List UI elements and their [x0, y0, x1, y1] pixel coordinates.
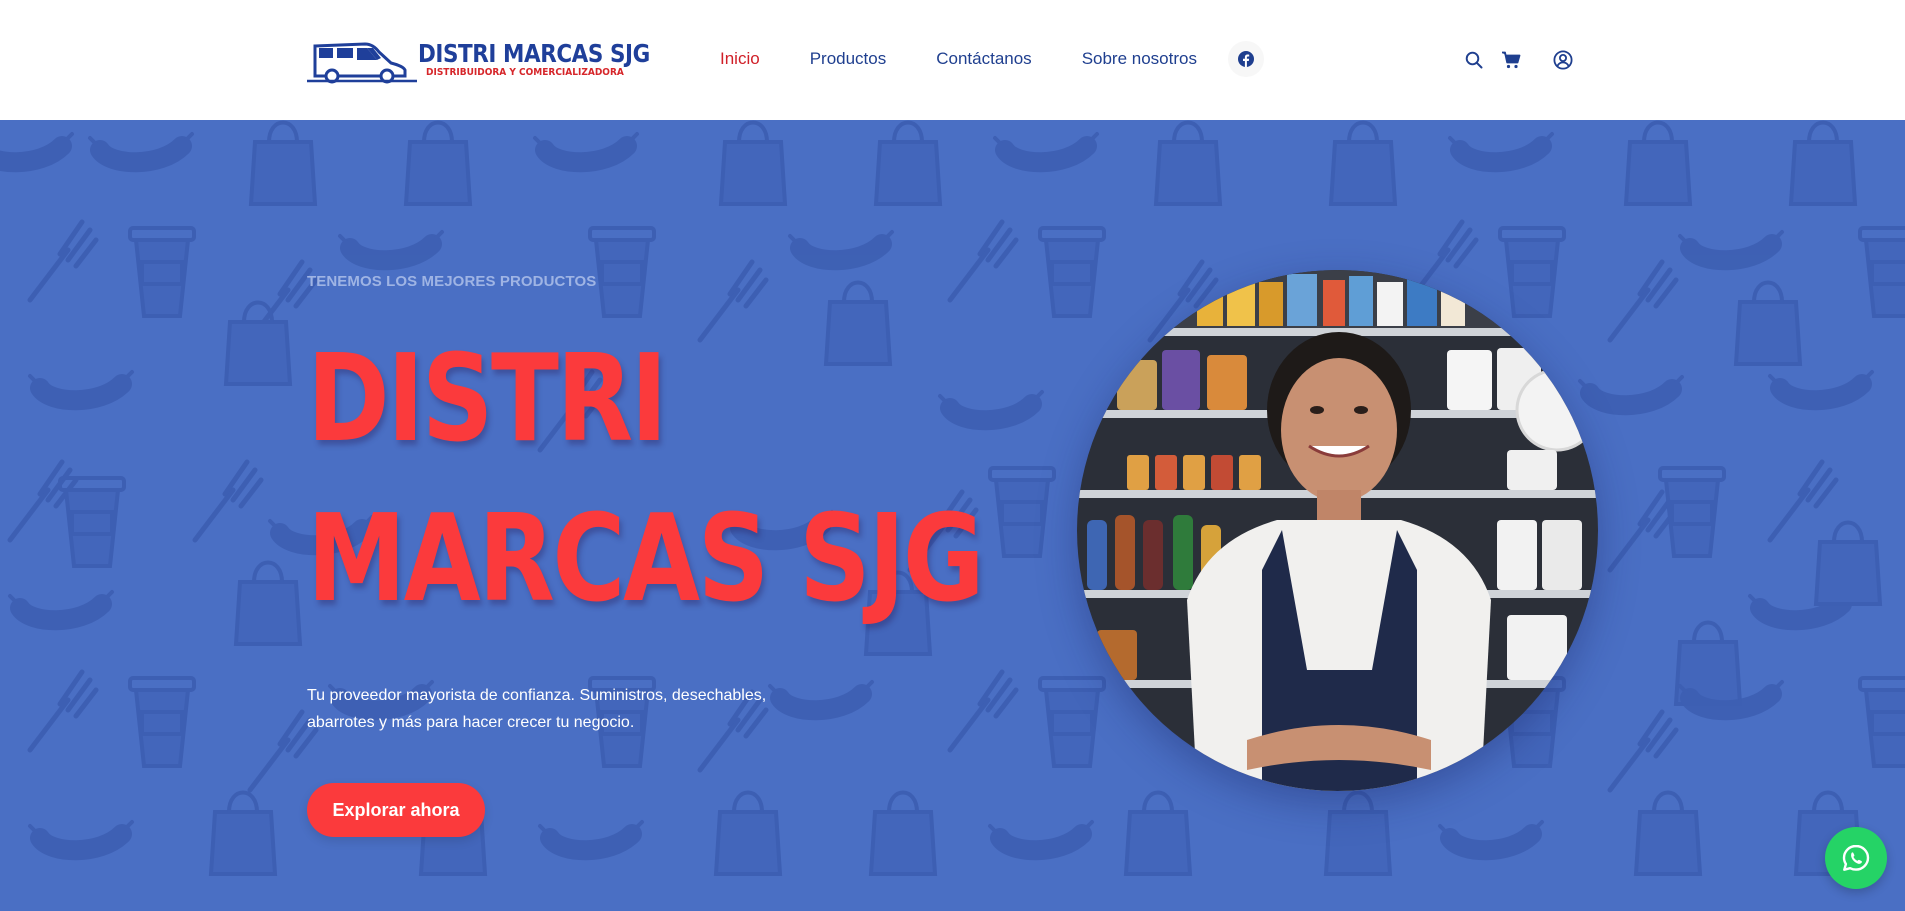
nav-item-contactanos[interactable]: Contáctanos [936, 49, 1031, 69]
hero-title-line-2: MARCAS SJG [307, 490, 985, 629]
brand-tagline: DISTRIBUIDORA Y COMERCIALIZADORA [426, 67, 624, 78]
user-icon [1553, 50, 1573, 70]
store-clerk-photo [1077, 270, 1598, 791]
account-button[interactable] [1552, 49, 1574, 71]
brand-logo[interactable]: DISTRI MARCAS SJG DISTRIBUIDORA Y COMERC… [307, 36, 650, 84]
hero-title-line-1: DISTRI [307, 330, 668, 469]
cart-button[interactable] [1500, 49, 1522, 71]
search-button[interactable] [1463, 49, 1485, 71]
hero-section: TENEMOS LOS MEJORES PRODUCTOS DISTRI MAR… [0, 120, 1905, 911]
site-header: DISTRI MARCAS SJG DISTRIBUIDORA Y COMERC… [0, 0, 1905, 120]
nav-item-inicio[interactable]: Inicio [720, 49, 760, 69]
whatsapp-icon [1842, 844, 1870, 871]
hero-description: Tu proveedor mayorista de confianza. Sum… [307, 687, 767, 731]
search-icon [1465, 51, 1483, 69]
delivery-van-icon [307, 42, 417, 84]
explore-button[interactable]: Explorar ahora [307, 783, 485, 837]
cart-icon [1502, 51, 1521, 69]
nav-item-sobre-nosotros[interactable]: Sobre nosotros [1082, 49, 1197, 69]
facebook-button[interactable] [1228, 41, 1264, 77]
nav-item-productos[interactable]: Productos [810, 49, 887, 69]
hero-kicker: TENEMOS LOS MEJORES PRODUCTOS [307, 273, 597, 290]
main-nav: Inicio Productos Contáctanos Sobre nosot… [720, 49, 1247, 69]
hero-title: DISTRI MARCAS SJG [307, 320, 1007, 640]
brand-name: DISTRI MARCAS SJG [418, 39, 650, 68]
facebook-icon [1238, 51, 1254, 67]
whatsapp-button[interactable] [1825, 827, 1887, 889]
